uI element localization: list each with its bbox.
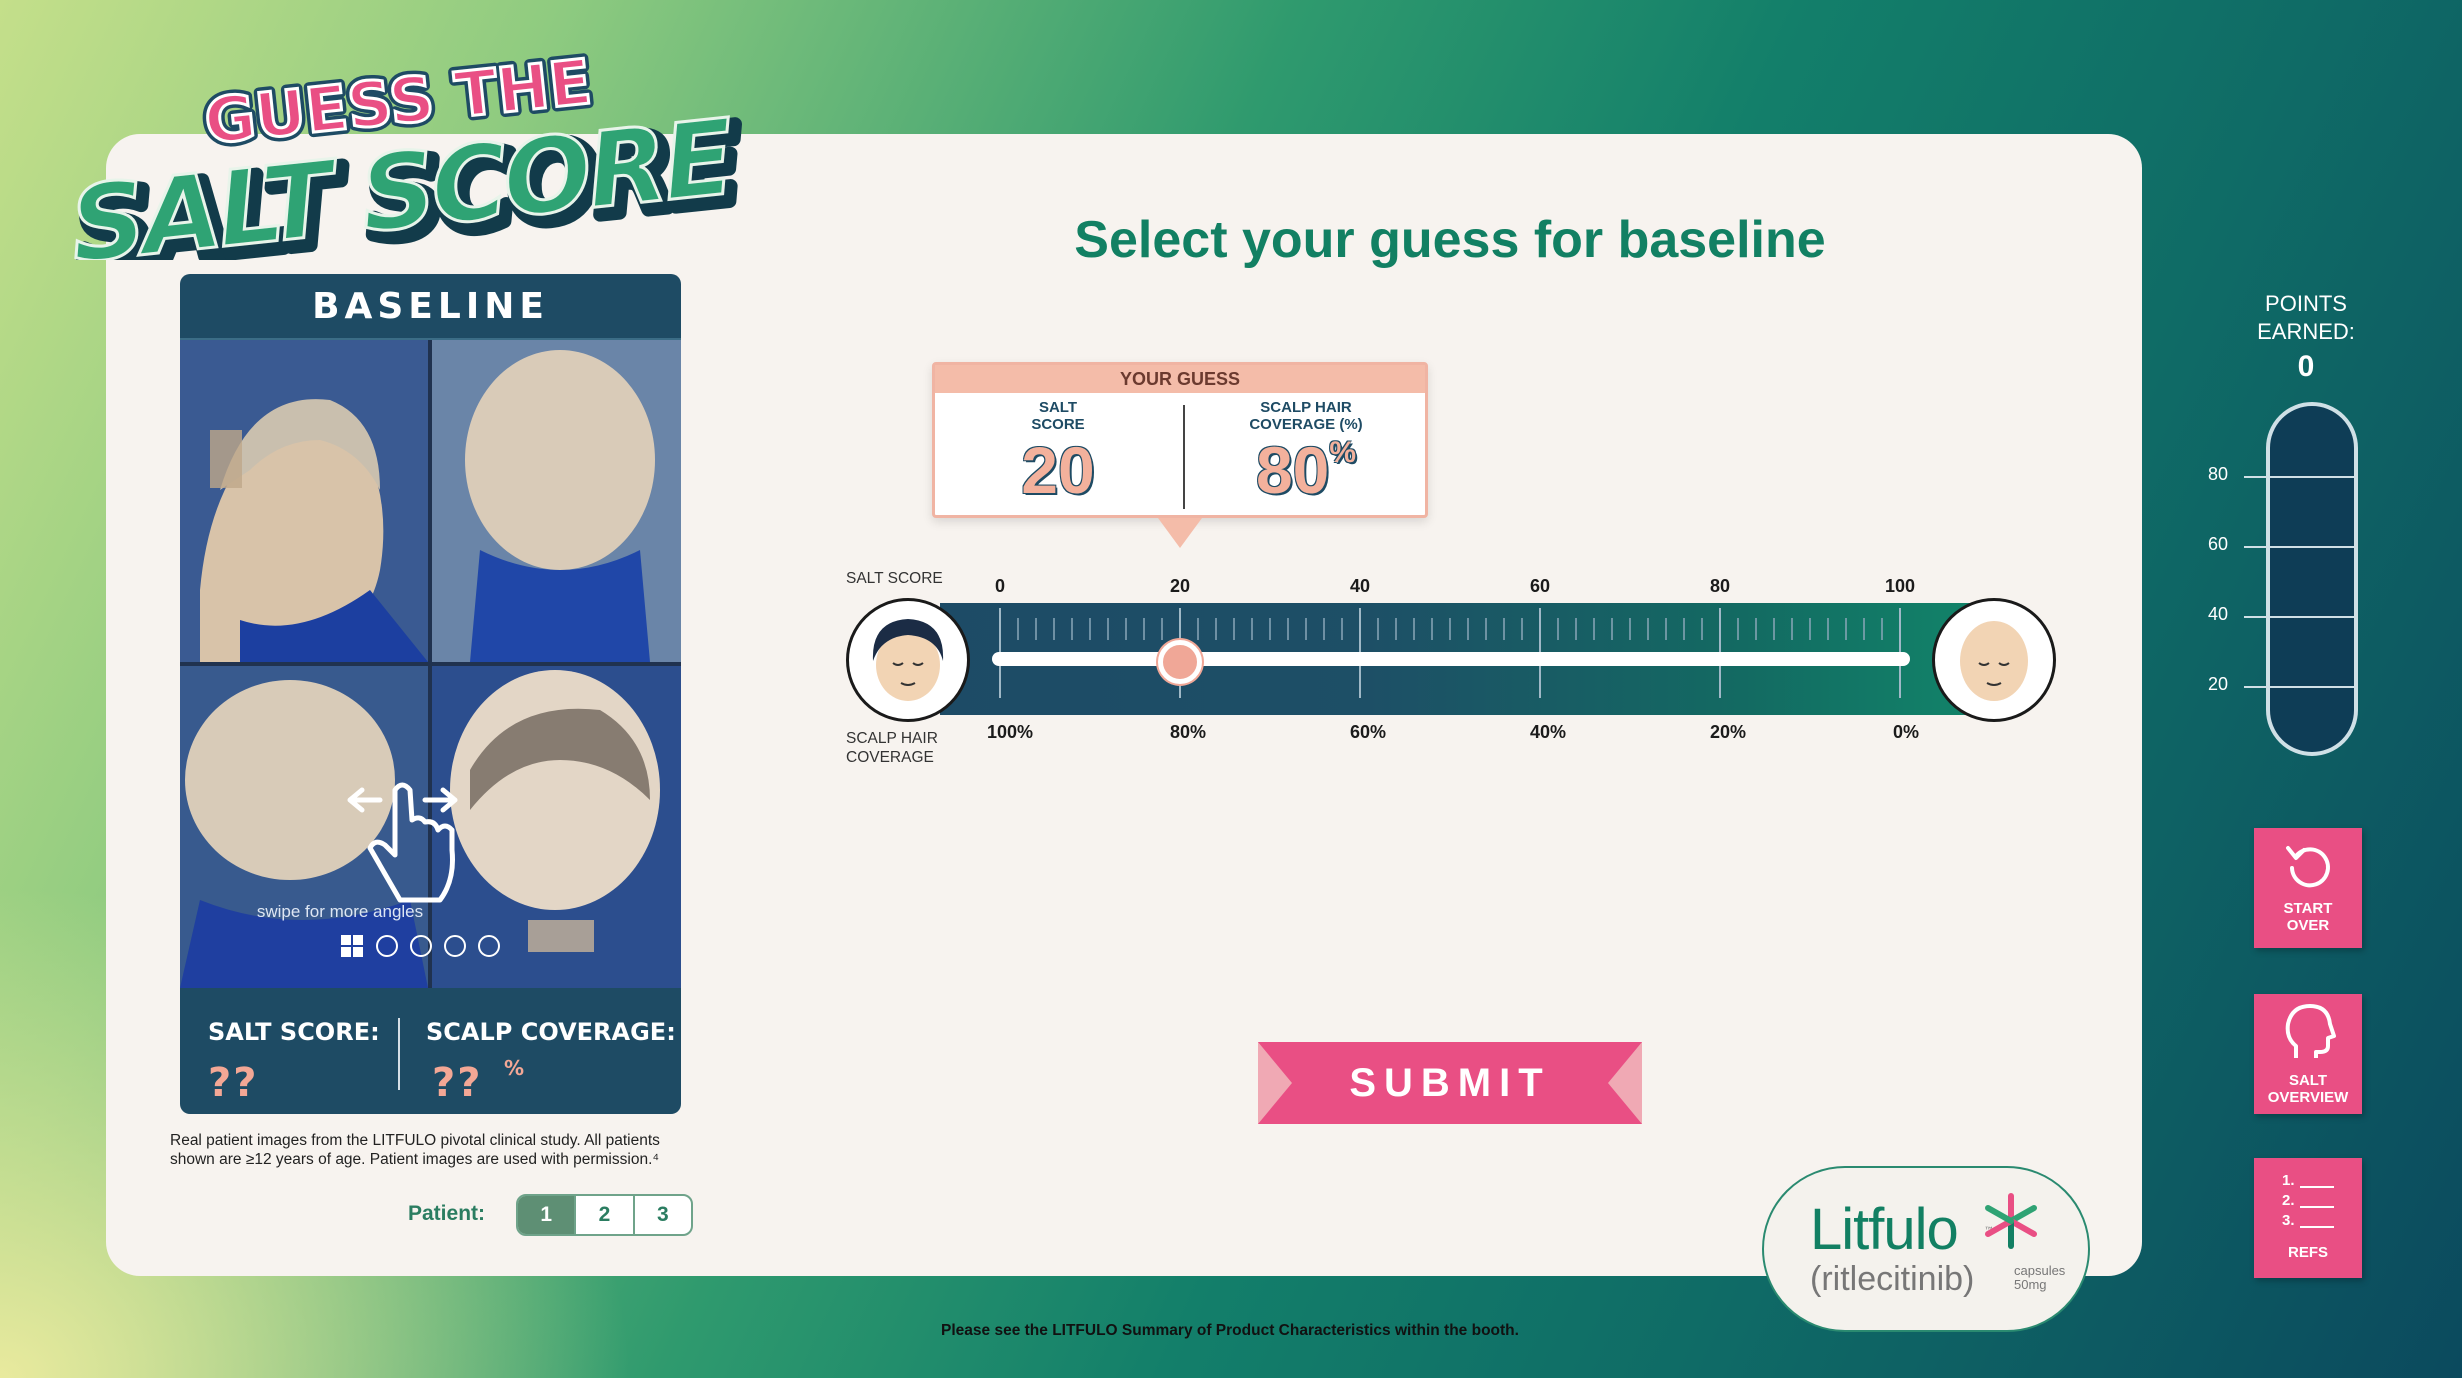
refs-button[interactable]: 1. 2. 3. REFS <box>2254 1158 2362 1278</box>
start-over-button[interactable]: START OVER <box>2254 828 2362 948</box>
brand-form-2: 50mg <box>2014 1277 2047 1292</box>
points-label-2: EARNED: <box>2257 319 2355 344</box>
brand-logo: Litfulo ™ (ritlecitinib) capsules 50mg <box>1762 1166 2090 1332</box>
salt-overview-button[interactable]: SALT OVERVIEW <box>2254 994 2362 1114</box>
meter-tick-label: 80 <box>2208 464 2229 484</box>
slider-rail[interactable] <box>992 652 1910 666</box>
salt-tick-label: 20 <box>1169 576 1191 596</box>
salt-overview-label-2: OVERVIEW <box>2267 1089 2349 1106</box>
points-label-1: POINTS <box>2265 291 2347 316</box>
coverage-tick-label: 60% <box>1349 722 1387 742</box>
start-over-label-1: START <box>2283 900 2333 917</box>
meter-tick-label: 20 <box>2208 674 2229 694</box>
slider-ticks <box>999 608 1901 698</box>
full-hair-face-icon <box>846 598 970 722</box>
salt-overview-label-1: SALT <box>2288 1072 2328 1089</box>
submit-button[interactable]: SUBMIT <box>1258 1042 1642 1124</box>
points-meter <box>2266 402 2358 756</box>
salt-tick-label: 0 <box>994 576 1006 596</box>
coverage-tick-label: 20% <box>1709 722 1747 742</box>
head-profile-icon <box>2285 1004 2336 1058</box>
salt-tick-label: 80 <box>1709 576 1731 596</box>
meter-tick-label: 60 <box>2208 534 2229 554</box>
brand-name: Litfulo <box>1810 1197 1959 1262</box>
refs-label: REFS <box>2287 1244 2328 1261</box>
points-label: POINTS EARNED: <box>2236 290 2376 346</box>
start-over-label-2: OVER <box>2286 917 2330 934</box>
slider-thumb[interactable] <box>1158 640 1202 684</box>
salt-tick-label: 40 <box>1349 576 1371 596</box>
coverage-tick-label: 100% <box>986 722 1034 742</box>
bald-face-icon <box>1932 598 2056 722</box>
points-value: 0 <box>2297 350 2315 383</box>
brand-starburst-icon <box>1985 1193 2037 1249</box>
coverage-tick-label: 40% <box>1529 722 1567 742</box>
brand-generic: (ritlecitinib) <box>1810 1260 1975 1298</box>
smpc-note: Please see the LITFULO Summary of Produc… <box>941 1322 1519 1339</box>
restart-icon <box>2286 846 2330 888</box>
meter-tick-label: 40 <box>2208 604 2229 624</box>
brand-form-1: capsules <box>2014 1263 2066 1278</box>
salt-tick-label: 60 <box>1529 576 1551 596</box>
salt-tick-label: 100 <box>1884 576 1916 596</box>
coverage-tick-label: 80% <box>1169 722 1207 742</box>
coverage-tick-label: 0% <box>1892 722 1920 742</box>
submit-label: SUBMIT <box>1349 1061 1551 1105</box>
